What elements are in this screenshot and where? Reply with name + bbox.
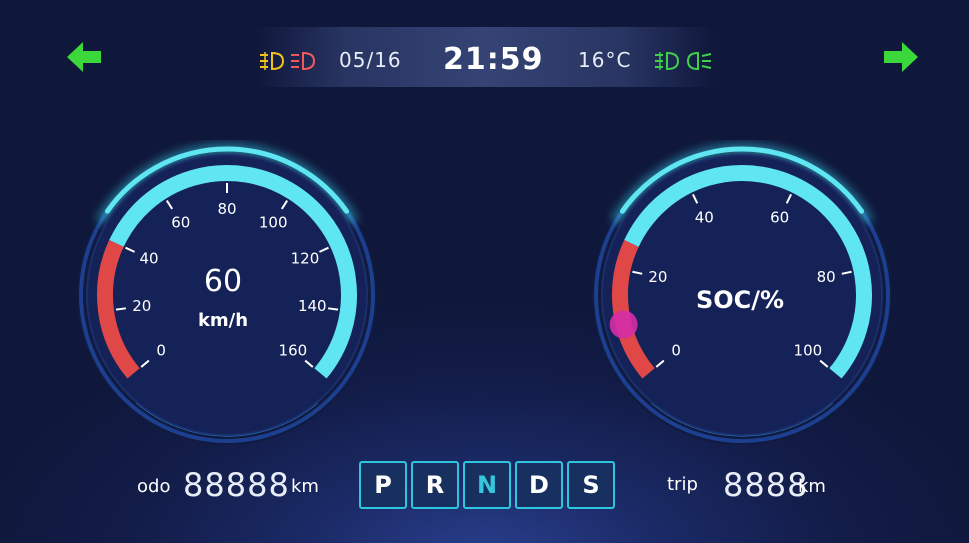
speed-tick-label: 120 [291,250,320,268]
soc-tick-label: 100 [794,341,823,359]
speed-value: 60 [203,264,243,299]
speed-unit: km/h [197,310,249,331]
soc-tick-label: 20 [648,268,667,286]
speed-tick-label: 160 [279,341,308,359]
soc-tick-label: 80 [817,268,836,286]
speed-tick [115,307,127,311]
odometer-value: 88888 [183,466,290,504]
trip-unit: km [798,476,826,497]
speed-tick-label: 80 [217,200,236,218]
gear-p-button[interactable]: P [359,461,407,509]
speed-tick-label: 100 [259,213,288,231]
soc-tick-label: 0 [671,341,681,359]
gear-d-button[interactable]: D [515,461,563,509]
speed-tick-label: 20 [132,297,151,315]
odometer-label: odo [137,476,171,497]
gear-s-button[interactable]: S [567,461,615,509]
speed-tick-label: 60 [171,213,190,231]
gear-n-button[interactable]: N [463,461,511,509]
speed-tick-label: 0 [156,341,166,359]
soc-tick-label: 40 [695,209,714,227]
headlight-icon [291,51,316,71]
trip-label: trip [667,474,698,495]
soc-tick-label: 60 [770,209,789,227]
gear-r-button[interactable]: R [411,461,459,509]
front-fog-light-icon [655,51,680,71]
soc-level-marker [609,310,638,339]
clock-display: 21:59 [443,42,544,77]
speed-tick-label: 140 [298,297,327,315]
trip-value: 8888 [723,466,809,504]
fog-light-icon [260,51,285,71]
odometer-unit: km [291,476,319,497]
speed-tick [327,307,339,311]
date-display: 05/16 [339,48,402,72]
soc-label: SOC/% [695,286,785,314]
gear-selector: P R N D S [359,461,615,509]
turn-right-arrow-icon [884,42,918,72]
turn-left-arrow-icon [67,42,101,72]
low-beam-icon [686,51,712,71]
speed-tick-label: 40 [140,250,159,268]
temperature-display: 16°C [578,48,632,72]
